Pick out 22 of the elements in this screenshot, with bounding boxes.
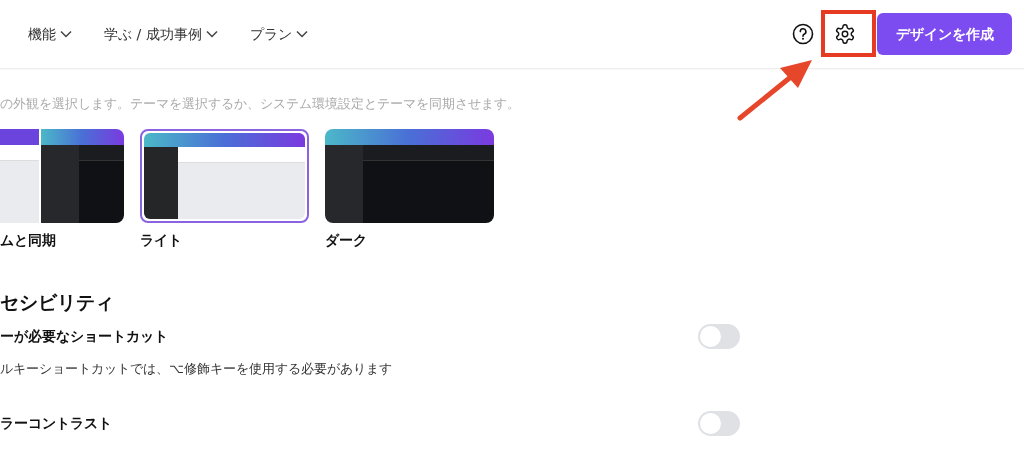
nav-menu[interactable]: 機能 <box>28 23 72 45</box>
section-heading: セシビリティ <box>0 290 115 314</box>
toggle-switch[interactable] <box>698 324 740 349</box>
setting-label: ラーコントラスト <box>0 413 112 433</box>
theme-option[interactable] <box>0 129 124 223</box>
nav-menu[interactable]: 学ぶ / 成功事例 <box>104 23 218 45</box>
theme-option[interactable] <box>325 129 494 223</box>
theme-label: ライト <box>140 231 183 250</box>
nav-menu[interactable]: プラン <box>249 23 308 45</box>
create-design-button[interactable]: デザインを作成 <box>877 13 1012 55</box>
settings-icon[interactable] <box>834 23 856 45</box>
help-icon[interactable] <box>792 23 814 45</box>
chevron-down-icon <box>205 30 218 38</box>
chevron-down-icon <box>295 30 308 38</box>
setting-label: ーが必要なショートカット <box>0 327 168 346</box>
theme-description: の外観を選択します。テーマを選択するか、システム環境設定とテーマを同期させます。 <box>0 95 521 113</box>
theme-label: ムと同期 <box>0 231 57 250</box>
chevron-down-icon <box>60 30 72 38</box>
setting-description: ルキーショートカットでは、⌥修飾キーを使用する必要があります <box>0 360 393 378</box>
theme-option[interactable] <box>140 129 309 223</box>
theme-label: ダーク <box>325 231 368 250</box>
toggle-switch[interactable] <box>698 410 740 436</box>
